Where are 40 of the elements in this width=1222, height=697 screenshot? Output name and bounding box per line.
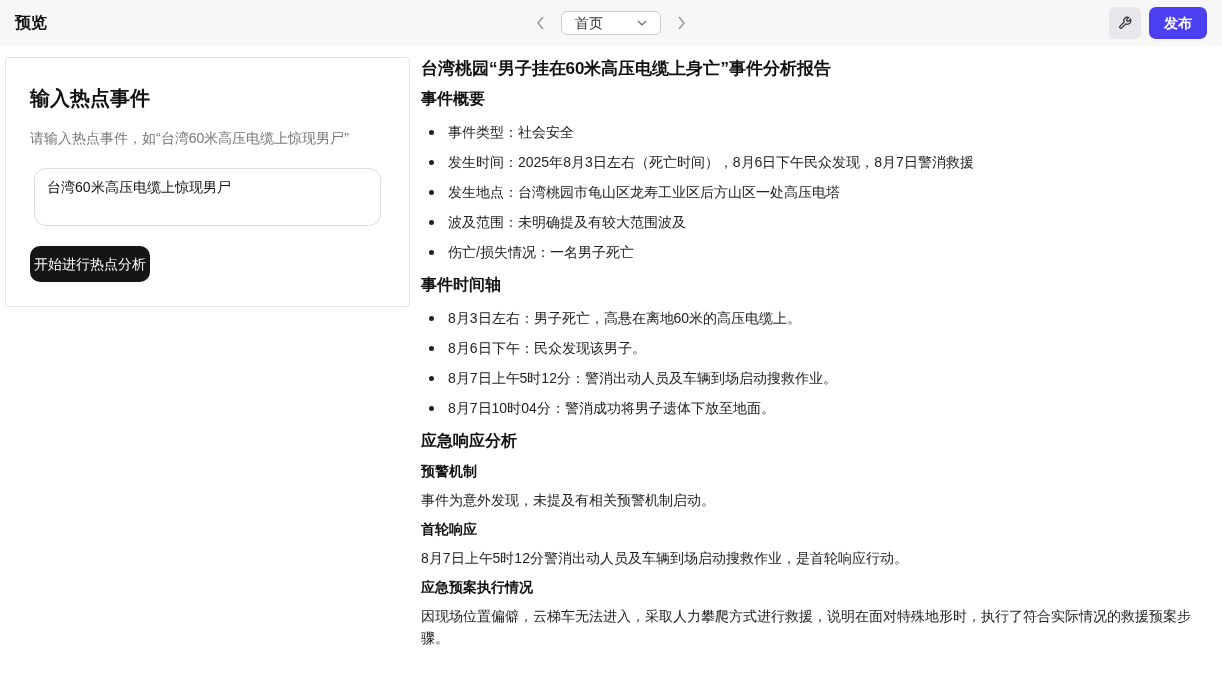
list-item: 8月7日10时04分：警消成功将男子遗体下放至地面。 [448, 398, 775, 418]
subsection-heading: 应急预案执行情况 [421, 578, 534, 597]
bullet-icon [429, 405, 434, 411]
paragraph: 8月7日上午5时12分警消出动人员及车辆到场启动搜救作业，是首轮响应行动。 [421, 549, 909, 568]
bullet-icon [429, 375, 434, 381]
event-input-field[interactable]: 台湾60米高压电缆上惊现男尸 [34, 168, 381, 226]
bullet-icon [429, 315, 434, 321]
list-item: 8月3日左右：男子死亡，高悬在离地60米的高压电缆上。 [448, 308, 802, 328]
analyze-button[interactable]: 开始进行热点分析 [30, 246, 150, 282]
subsection-heading: 首轮响应 [421, 520, 478, 539]
wrench-icon [1118, 16, 1132, 30]
list-item: 发生地点：台湾桃园市龟山区龙寿工业区后方山区一处高压电塔 [448, 182, 840, 202]
section-heading: 事件时间轴 [421, 275, 502, 295]
card-title: 输入热点事件 [30, 86, 151, 111]
wrench-button[interactable] [1109, 7, 1141, 39]
subsection-heading: 预警机制 [421, 462, 478, 481]
bullet-icon [429, 159, 434, 165]
list-item: 伤亡/损失情况：一名男子死亡 [448, 242, 634, 262]
section-heading: 应急响应分析 [421, 431, 518, 451]
bullet-icon [429, 219, 434, 225]
list-item: 波及范围：未明确提及有较大范围波及 [448, 212, 686, 232]
list-item: 8月6日下午：民众发现该男子。 [448, 338, 646, 358]
bullet-icon [429, 345, 434, 351]
paragraph: 因现场位置偏僻，云梯车无法进入，采取人力攀爬方式进行救援，说明在面对特殊地形时，执行了符合实际情况的救援预案步骤。 [421, 607, 1192, 648]
paragraph: 事件为意外发现，未提及有相关预警机制启动。 [421, 491, 716, 510]
input-hint: 请输入热点事件，如“台湾60米高压电缆上惊现男尸” [30, 129, 350, 148]
publish-button[interactable]: 发布 [1149, 7, 1207, 39]
page-select[interactable]: 首页 [561, 11, 661, 35]
list-item: 发生时间：2025年8月3日左右（死亡时间），8月6日下午民众发现，8月7日警消救援 [448, 152, 974, 172]
bullet-icon [429, 249, 434, 255]
chevron-right-icon [676, 16, 686, 30]
chevron-left-icon [536, 16, 546, 30]
bullet-icon [429, 189, 434, 195]
chevron-down-icon [637, 20, 647, 26]
page-title: 预览 [15, 13, 48, 33]
section-heading: 事件概要 [421, 89, 486, 109]
report-title: 台湾桃园“男子挂在60米高压电缆上身亡”事件分析报告 [421, 58, 832, 80]
list-item: 事件类型：社会安全 [448, 122, 574, 142]
bullet-icon [429, 129, 434, 135]
list-item: 8月7日上午5时12分：警消出动人员及车辆到场启动搜救作业。 [448, 368, 837, 388]
